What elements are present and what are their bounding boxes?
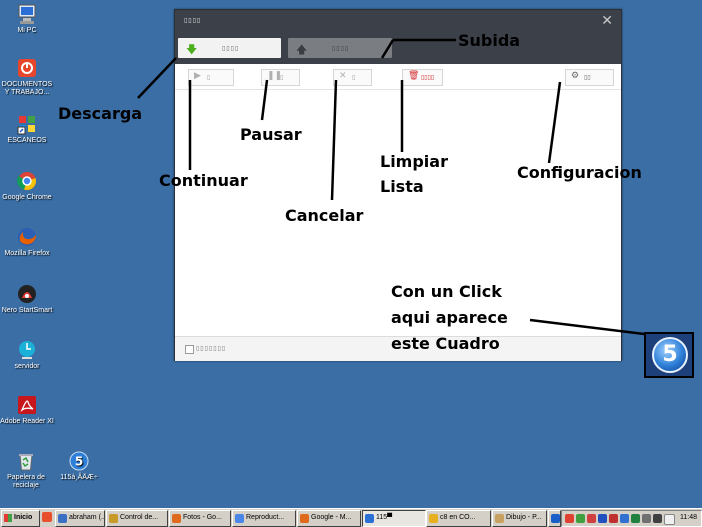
taskbar: Inicio abraham (... Control de... Fotos - … [0, 508, 702, 527]
annotation-cancelar: Cancelar [285, 206, 364, 225]
task-app-icon [429, 514, 438, 523]
task-label: 115▀ [376, 514, 393, 521]
task-app-icon [300, 514, 309, 523]
taskbar-task[interactable]: c8 en CO... [426, 510, 491, 527]
annotation-click-line3: este Cuadro [391, 334, 500, 353]
taskbar-task[interactable]: abraham (... [55, 510, 105, 527]
task-app-icon [365, 514, 374, 523]
task-label: Control de... [120, 514, 159, 521]
task-label: Fotos - Go... [183, 514, 222, 521]
taskbar-task[interactable]: Reproduct... [232, 510, 296, 527]
tray-icon[interactable] [620, 514, 629, 523]
annotation-pausar: Pausar [240, 125, 302, 144]
start-label: Inicio [14, 514, 33, 521]
annotation-configuracion: Configuracion [517, 163, 642, 182]
annotation-limpiar-line1: Limpiar [380, 152, 448, 171]
app-115-logo-icon: 5 [652, 337, 688, 373]
desktop: Mi PC DOCUMENTOS Y TRABAJO... ESCANEOS G… [0, 0, 702, 508]
taskbar-task[interactable]: Google - M... [297, 510, 361, 527]
task-app-icon [58, 514, 67, 523]
quicklaunch-icon[interactable] [42, 512, 52, 522]
tray-icon[interactable] [631, 514, 640, 523]
task-app-icon [235, 514, 244, 523]
taskbar-task[interactable]: Control de... [106, 510, 168, 527]
annotation-lines [137, 38, 645, 336]
system-tray: 11:48 [561, 510, 702, 527]
tray-icon[interactable] [598, 514, 607, 523]
task-label: abraham (... [69, 514, 105, 521]
annotation-limpiar-line2: Lista [380, 177, 424, 196]
windows-flag-icon [4, 514, 12, 522]
floating-115-launcher[interactable]: 5 [644, 332, 694, 378]
task-app-icon [495, 514, 504, 523]
tray-icon[interactable] [653, 514, 662, 523]
annotation-click-line1: Con un Click [391, 282, 502, 301]
taskbar-task[interactable]: 115▀ [362, 510, 426, 527]
annotation-click-line2: aqui aparece [391, 308, 508, 327]
annotation-continuar: Continuar [159, 171, 248, 190]
annotation-descarga: Descarga [58, 104, 143, 123]
task-app-icon [172, 514, 181, 523]
taskbar-task[interactable]: Fotos - Go... [169, 510, 231, 527]
tray-icon[interactable] [565, 514, 574, 523]
start-button[interactable]: Inicio [1, 510, 40, 527]
taskbar-task[interactable] [548, 510, 561, 527]
task-label: Google - M... [311, 514, 352, 521]
tray-icon[interactable] [587, 514, 596, 523]
tray-icon[interactable] [664, 514, 675, 525]
annotation-subida: Subida [458, 31, 521, 50]
taskbar-task[interactable]: Dibujo - P... [492, 510, 547, 527]
tray-icon[interactable] [609, 514, 618, 523]
task-label: c8 en CO... [440, 514, 476, 521]
task-app-icon [109, 514, 118, 523]
task-label: Reproduct... [246, 514, 285, 521]
tray-icon[interactable] [576, 514, 585, 523]
task-label: Dibujo - P... [506, 514, 542, 521]
tray-icon[interactable] [642, 514, 651, 523]
floating-icon-number: 5 [662, 342, 678, 367]
task-app-icon [551, 514, 560, 523]
taskbar-clock: 11:48 [680, 514, 697, 521]
